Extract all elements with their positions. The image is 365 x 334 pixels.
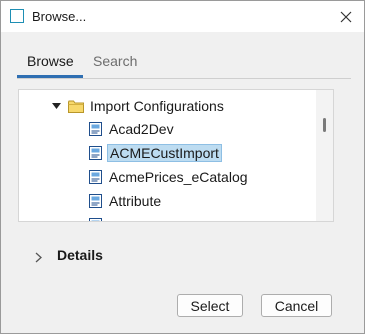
- active-tab-indicator: [17, 75, 83, 78]
- tree-item-label: AcmePrices_eCatalog: [109, 169, 248, 185]
- browse-dialog: Browse... Browse Search Import Configura…: [0, 0, 365, 334]
- tab-bar: Browse Search: [17, 49, 351, 79]
- select-button[interactable]: Select: [177, 294, 243, 317]
- tree-item[interactable]: Attribute: [89, 190, 163, 212]
- details-label: Details: [57, 247, 103, 263]
- tree-item-label: Acad2Dev: [109, 121, 174, 137]
- tree-folder-label: Import Configurations: [90, 98, 224, 114]
- details-expander[interactable]: Details: [35, 245, 103, 265]
- chevron-right-icon: [35, 250, 45, 263]
- vertical-scrollbar[interactable]: [316, 90, 333, 221]
- tab-browse[interactable]: Browse: [27, 53, 74, 69]
- title-bar[interactable]: Browse...: [1, 1, 364, 32]
- import-config-icon: [89, 218, 102, 221]
- import-config-icon: [89, 146, 102, 160]
- tree-item-partial[interactable]: [89, 214, 107, 221]
- tree-folder-import-configurations[interactable]: Import Configurations: [51, 95, 226, 117]
- cancel-button[interactable]: Cancel: [261, 294, 332, 317]
- expand-arrow-icon[interactable]: [51, 101, 61, 111]
- tree-item[interactable]: Acad2Dev: [89, 118, 176, 140]
- scrollbar-thumb[interactable]: [323, 118, 326, 132]
- folder-icon: [68, 100, 84, 113]
- tree-view[interactable]: Import Configurations Acad2Dev ACMECustI…: [18, 89, 334, 222]
- close-button[interactable]: [328, 1, 364, 32]
- import-config-icon: [89, 122, 102, 136]
- close-icon: [340, 11, 352, 22]
- app-window-icon: [10, 9, 24, 23]
- tree-item-label: Attribute: [109, 193, 162, 209]
- import-config-icon: [89, 170, 102, 184]
- import-config-icon: [89, 194, 102, 208]
- dialog-title: Browse...: [32, 9, 87, 24]
- tab-search[interactable]: Search: [93, 53, 137, 69]
- tree-item[interactable]: AcmePrices_eCatalog: [89, 166, 250, 188]
- tree-item-label: ACMECustImport: [107, 144, 222, 162]
- tree-item-selected[interactable]: ACMECustImport: [89, 142, 222, 164]
